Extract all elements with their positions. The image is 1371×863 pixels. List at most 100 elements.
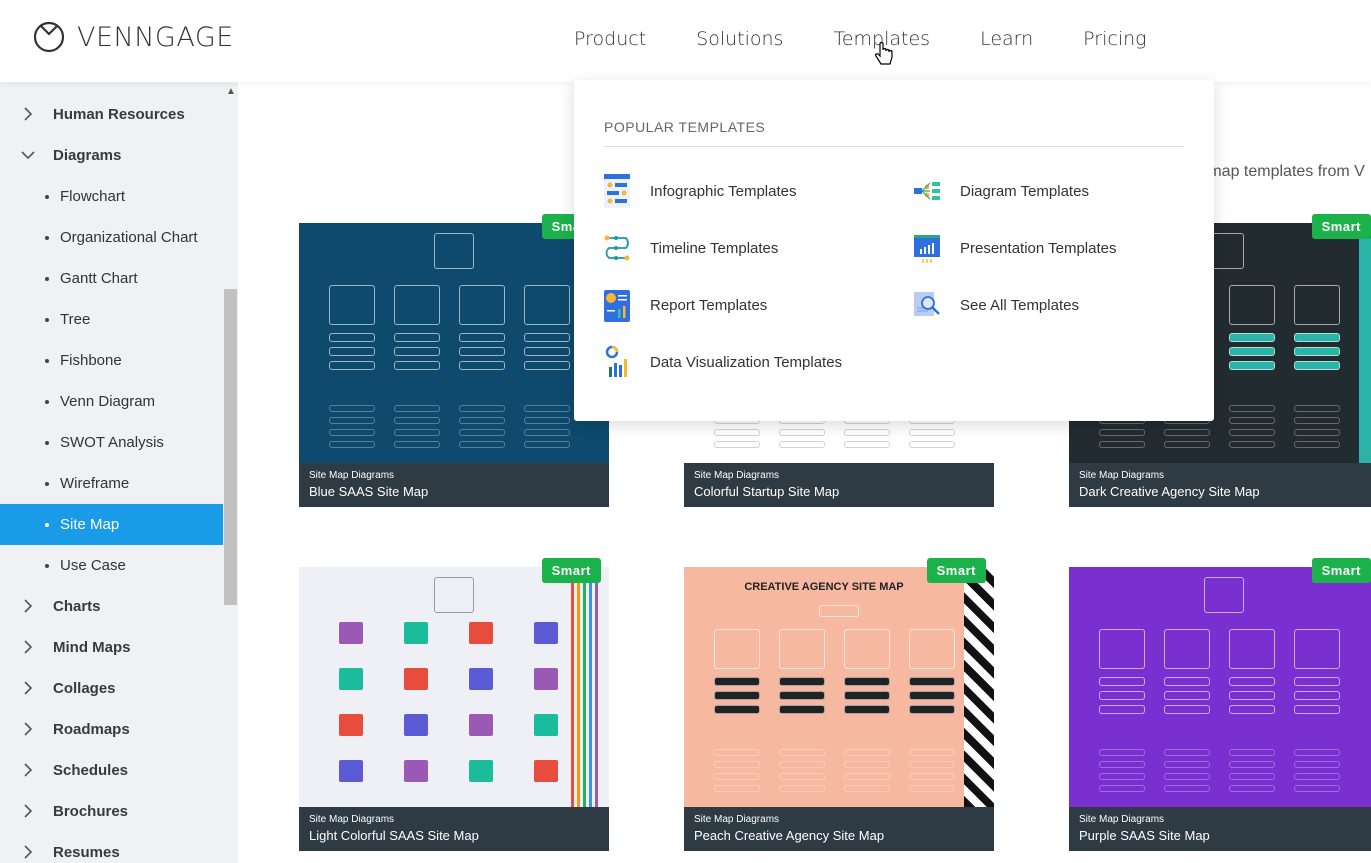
card-title[interactable]: Peach Creative Agency Site Map	[694, 828, 984, 843]
sidebar-item-label: Flowchart	[60, 188, 126, 205]
sidebar-item-human-resources[interactable]: Human Resources	[0, 94, 223, 135]
sidebar-item-diagrams[interactable]: Diagrams	[0, 135, 223, 176]
sidebar-item-label: Resumes	[53, 844, 120, 861]
sidebar-item-charts[interactable]: Charts	[0, 586, 223, 627]
chevron-right-icon[interactable]	[20, 106, 36, 122]
sidebar-item-schedules[interactable]: Schedules	[0, 750, 223, 791]
timeline-templates-link[interactable]: Timeline Templates	[604, 231, 778, 265]
smart-badge: Smart	[1311, 214, 1371, 239]
chevron-right-icon[interactable]	[20, 803, 36, 819]
template-thumbnail[interactable]	[299, 567, 609, 807]
template-thumbnail[interactable]	[299, 223, 609, 463]
nav-solutions[interactable]: Solutions	[696, 28, 783, 50]
logo-text: VENNGAGE	[77, 21, 234, 53]
chevron-right-icon[interactable]	[20, 762, 36, 778]
link-label: Diagram Templates	[960, 182, 1089, 200]
card-title[interactable]: Light Colorful SAAS Site Map	[309, 828, 599, 843]
chevron-right-icon[interactable]	[20, 598, 36, 614]
sidebar-item-label: Mind Maps	[53, 639, 131, 656]
diagram-templates-link[interactable]: Diagram Templates	[914, 174, 1089, 208]
nav-product[interactable]: Product	[574, 28, 646, 50]
logo-icon	[33, 21, 65, 53]
sidebar-item-label: Site Map	[60, 516, 120, 533]
card-title[interactable]: Dark Creative Agency Site Map	[1079, 484, 1369, 499]
sidebar-item-swot-analysis[interactable]: SWOT Analysis	[0, 422, 223, 463]
bullet-icon	[45, 195, 49, 199]
sidebar-item-venn-diagram[interactable]: Venn Diagram	[0, 381, 223, 422]
infographic-templates-link[interactable]: Infographic Templates	[604, 174, 796, 208]
infographic-icon	[604, 174, 630, 208]
dropdown-title: POPULAR TEMPLATES	[604, 119, 766, 135]
chevron-right-icon[interactable]	[20, 680, 36, 696]
template-card[interactable]: Smart Site Map Diagrams Blue SAAS Site Map	[299, 214, 609, 507]
sidebar-item-label: Human Resources	[53, 106, 185, 123]
template-card[interactable]: Smart Site Map Diagrams Purple SAAS Site M…	[1069, 558, 1371, 851]
sidebar-item-use-case[interactable]: Use Case	[0, 545, 223, 586]
sidebar-item-label: Organizational Chart	[60, 229, 198, 246]
sidebar-item-collages[interactable]: Collages	[0, 668, 223, 709]
card-caption: Site Map Diagrams Purple SAAS Site Map	[1069, 807, 1371, 851]
bullet-icon	[45, 564, 49, 568]
presentation-templates-link[interactable]: Presentation Templates	[914, 231, 1116, 265]
card-category: Site Map Diagrams	[309, 814, 395, 825]
sidebar-item-flowchart[interactable]: Flowchart	[0, 176, 223, 217]
data-visualization-icon	[605, 345, 627, 377]
template-card[interactable]: CREATIVE AGENCY SITE MAP Smart Site Map Di…	[684, 558, 994, 851]
smart-badge: Smart	[926, 558, 986, 583]
template-thumbnail[interactable]: CREATIVE AGENCY SITE MAP	[684, 567, 994, 807]
smart-badge: Smart	[541, 558, 601, 583]
sidebar-item-gantt-chart[interactable]: Gantt Chart	[0, 258, 223, 299]
sidebar-item-label: Charts	[53, 598, 101, 615]
bullet-icon	[45, 400, 49, 404]
bullet-icon	[45, 482, 49, 486]
data-visualization-templates-link[interactable]: Data Visualization Templates	[604, 345, 842, 379]
sidebar-item-label: Schedules	[53, 762, 129, 779]
card-category: Site Map Diagrams	[309, 470, 395, 481]
card-title[interactable]: Colorful Startup Site Map	[694, 484, 984, 499]
card-title[interactable]: Purple SAAS Site Map	[1079, 828, 1369, 843]
nav-pricing[interactable]: Pricing	[1083, 28, 1146, 50]
venngage-logo[interactable]: VENNGAGE	[33, 21, 234, 53]
chevron-down-icon[interactable]	[20, 147, 36, 163]
link-label: Infographic Templates	[650, 182, 797, 200]
scroll-up-icon[interactable]: ▲	[226, 86, 236, 97]
link-label: Data Visualization Templates	[650, 353, 843, 371]
chevron-right-icon[interactable]	[20, 639, 36, 655]
sidebar-item-brochures[interactable]: Brochures	[0, 791, 223, 832]
template-card[interactable]: Smart Site Map Diagrams Light Colorful SAA…	[299, 558, 609, 851]
sidebar-item-tree[interactable]: Tree	[0, 299, 223, 340]
link-label: Report Templates	[650, 296, 768, 314]
search-document-icon	[914, 292, 940, 316]
card-caption: Site Map Diagrams Light Colorful SAAS Sit…	[299, 807, 609, 851]
template-thumbnail[interactable]	[1069, 567, 1371, 807]
card-caption: Site Map Diagrams Blue SAAS Site Map	[299, 463, 609, 507]
card-category: Site Map Diagrams	[694, 470, 780, 481]
sidebar-item-roadmaps[interactable]: Roadmaps	[0, 709, 223, 750]
link-label: See All Templates	[960, 296, 1079, 314]
smart-badge: Smart	[1311, 558, 1371, 583]
templates-dropdown: POPULAR TEMPLATES Infographic Templates …	[574, 80, 1214, 421]
card-title[interactable]: Blue SAAS Site Map	[309, 484, 599, 499]
hand-cursor-icon	[875, 42, 893, 65]
nav-learn[interactable]: Learn	[980, 28, 1033, 50]
sidebar-item-resumes[interactable]: Resumes	[0, 832, 223, 863]
sidebar-item-fishbone[interactable]: Fishbone	[0, 340, 223, 381]
card-caption: Site Map Diagrams Peach Creative Agency S…	[684, 807, 994, 851]
chevron-right-icon[interactable]	[20, 721, 36, 737]
card-category: Site Map Diagrams	[1079, 814, 1165, 825]
report-templates-link[interactable]: Report Templates	[604, 288, 767, 322]
sidebar-item-label: Venn Diagram	[60, 393, 156, 410]
scrollbar-thumb[interactable]	[224, 289, 237, 605]
bullet-icon	[45, 359, 49, 363]
sidebar-scrollbar[interactable]: ▲	[223, 82, 238, 863]
see-all-templates-link[interactable]: See All Templates	[914, 288, 1079, 322]
bullet-icon	[45, 523, 49, 527]
sidebar-item-mind-maps[interactable]: Mind Maps	[0, 627, 223, 668]
sidebar-item-site-map[interactable]: Site Map	[0, 504, 223, 545]
sidebar-item-wireframe[interactable]: Wireframe	[0, 463, 223, 504]
thumbnail-title: CREATIVE AGENCY SITE MAP	[744, 581, 904, 593]
chevron-right-icon[interactable]	[20, 844, 36, 860]
sidebar-item-organizational-chart[interactable]: Organizational Chart	[0, 217, 223, 258]
diagram-icon	[914, 182, 940, 200]
timeline-icon	[604, 235, 630, 261]
